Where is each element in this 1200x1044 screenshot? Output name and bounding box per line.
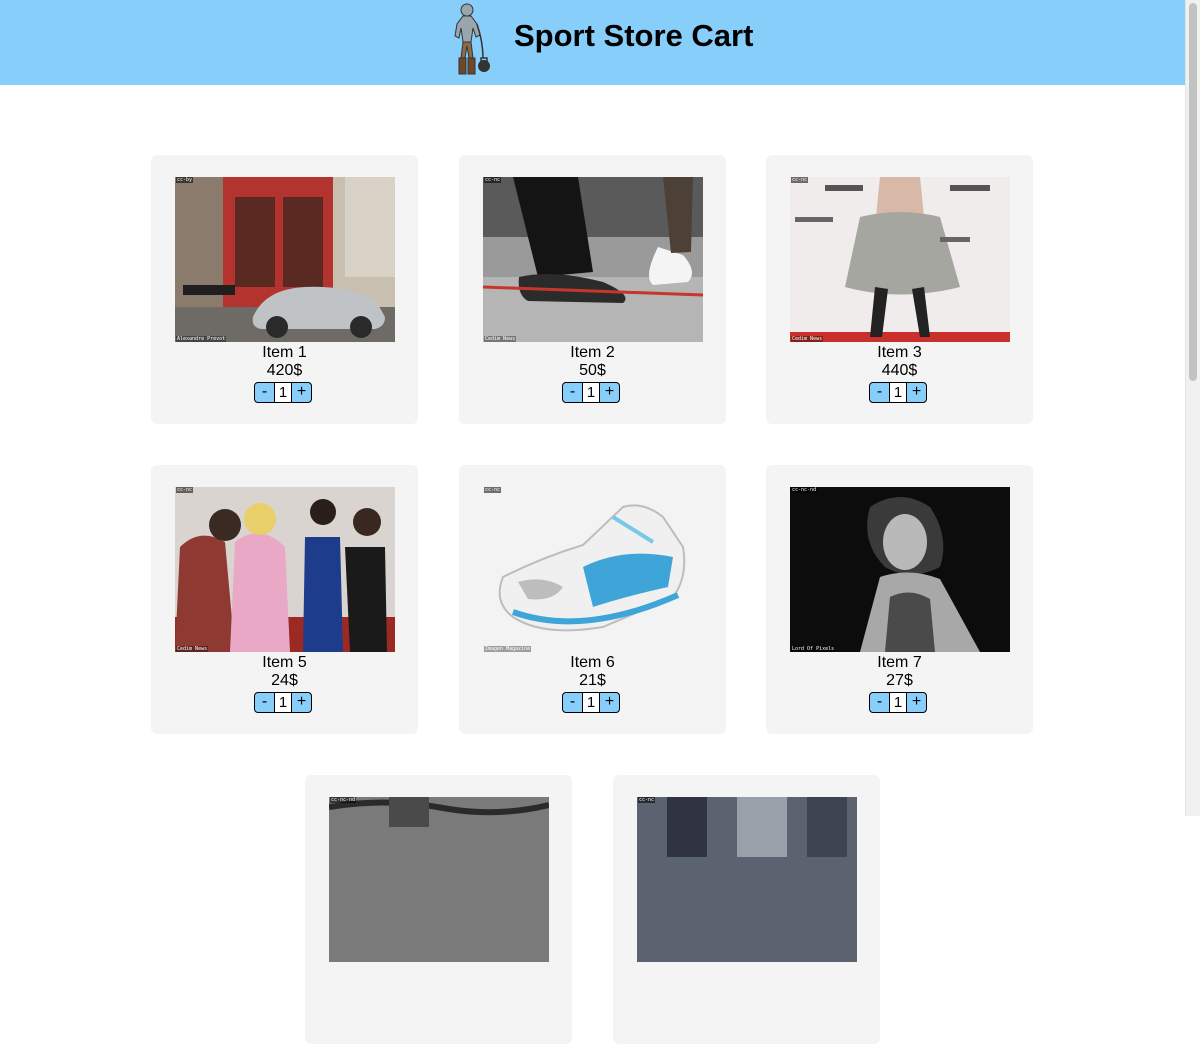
product-image[interactable]: cc-nc Cedim News	[483, 177, 703, 342]
product-name: Item 2	[570, 344, 615, 361]
photo-credit: Cedim News	[484, 336, 517, 342]
quantity-value: 1	[583, 692, 599, 713]
quantity-value: 1	[583, 382, 599, 403]
product-card: cc-nc	[613, 775, 880, 1044]
product-name: Item 1	[262, 344, 307, 361]
photo-credit: Cedim News	[791, 336, 824, 342]
license-tag: cc-nc	[176, 487, 194, 493]
license-tag: cc-nc	[484, 177, 502, 183]
product-card: cc-nc-nd Lord Of Pixels Item 7 27$ - 1 +	[766, 465, 1033, 734]
license-tag: cc-nc-nd	[330, 797, 357, 803]
product-name: Item 5	[262, 654, 307, 671]
photo-credit: Imagen Magazine	[484, 646, 532, 652]
product-price: 24$	[271, 672, 298, 689]
increase-button[interactable]: +	[291, 692, 312, 713]
quantity-value: 1	[275, 692, 291, 713]
quantity-stepper: - 1 +	[254, 382, 316, 403]
product-name: Item 6	[570, 654, 615, 671]
decrease-button[interactable]: -	[869, 382, 890, 403]
product-name: Item 7	[877, 654, 922, 671]
quantity-value: 1	[275, 382, 291, 403]
page-title: Sport Store Cart	[514, 18, 754, 53]
product-image[interactable]: cc-by Alexandre Prévot	[175, 177, 395, 342]
product-card: cc-nc Cedim News Item 3 440$ - 1 +	[766, 155, 1033, 424]
product-card: cc-nc Cedim News Item 5 24$ - 1 +	[151, 465, 418, 734]
product-card: cc-nc-nd	[305, 775, 572, 1044]
photo-credit: Cedim News	[176, 646, 209, 652]
decrease-button[interactable]: -	[254, 692, 275, 713]
quantity-stepper: - 1 +	[562, 692, 624, 713]
product-price: 21$	[579, 672, 606, 689]
product-price: 440$	[881, 362, 918, 379]
increase-button[interactable]: +	[291, 382, 312, 403]
license-tag: cc-nc	[638, 797, 656, 803]
product-price: 420$	[266, 362, 303, 379]
increase-button[interactable]: +	[599, 692, 620, 713]
decrease-button[interactable]: -	[562, 692, 583, 713]
quantity-stepper: - 1 +	[869, 692, 931, 713]
license-tag: cc-by	[176, 177, 194, 183]
product-price: 27$	[886, 672, 913, 689]
license-tag: cc-nc-nd	[791, 487, 818, 493]
quantity-value: 1	[890, 382, 906, 403]
photo-credit: Alexandre Prévot	[176, 336, 227, 342]
product-image[interactable]: cc-nc	[637, 797, 857, 962]
product-image[interactable]: cc-nc-nd Lord Of Pixels	[790, 487, 1010, 652]
product-image[interactable]: cc-nc Cedim News	[175, 487, 395, 652]
scrollbar-thumb[interactable]	[1189, 3, 1197, 381]
quantity-stepper: - 1 +	[562, 382, 624, 403]
product-image[interactable]: cc-nc Cedim News	[790, 177, 1010, 342]
decrease-button[interactable]: -	[869, 692, 890, 713]
product-card: cc-nc Cedim News Item 2 50$ - 1 +	[459, 155, 726, 424]
product-name: Item 3	[877, 344, 922, 361]
decrease-button[interactable]: -	[254, 382, 275, 403]
product-price: 50$	[579, 362, 606, 379]
increase-button[interactable]: +	[906, 382, 927, 403]
license-tag: cc-nc	[484, 487, 502, 493]
decrease-button[interactable]: -	[562, 382, 583, 403]
page-scrollbar[interactable]	[1185, 0, 1200, 816]
product-image[interactable]: cc-nc Imagen Magazine	[483, 487, 703, 652]
product-card: cc-by Alexandre Prévot Item 1 420$ - 1 +	[151, 155, 418, 424]
mascot-logo-icon	[454, 3, 490, 75]
increase-button[interactable]: +	[906, 692, 927, 713]
quantity-stepper: - 1 +	[254, 692, 316, 713]
quantity-value: 1	[890, 692, 906, 713]
quantity-stepper: - 1 +	[869, 382, 931, 403]
license-tag: cc-nc	[791, 177, 809, 183]
increase-button[interactable]: +	[599, 382, 620, 403]
product-card: cc-nc Imagen Magazine Item 6 21$ - 1 +	[459, 465, 726, 734]
photo-credit: Lord Of Pixels	[791, 646, 836, 652]
product-image[interactable]: cc-nc-nd	[329, 797, 549, 962]
header-bar: Sport Store Cart	[0, 0, 1185, 85]
